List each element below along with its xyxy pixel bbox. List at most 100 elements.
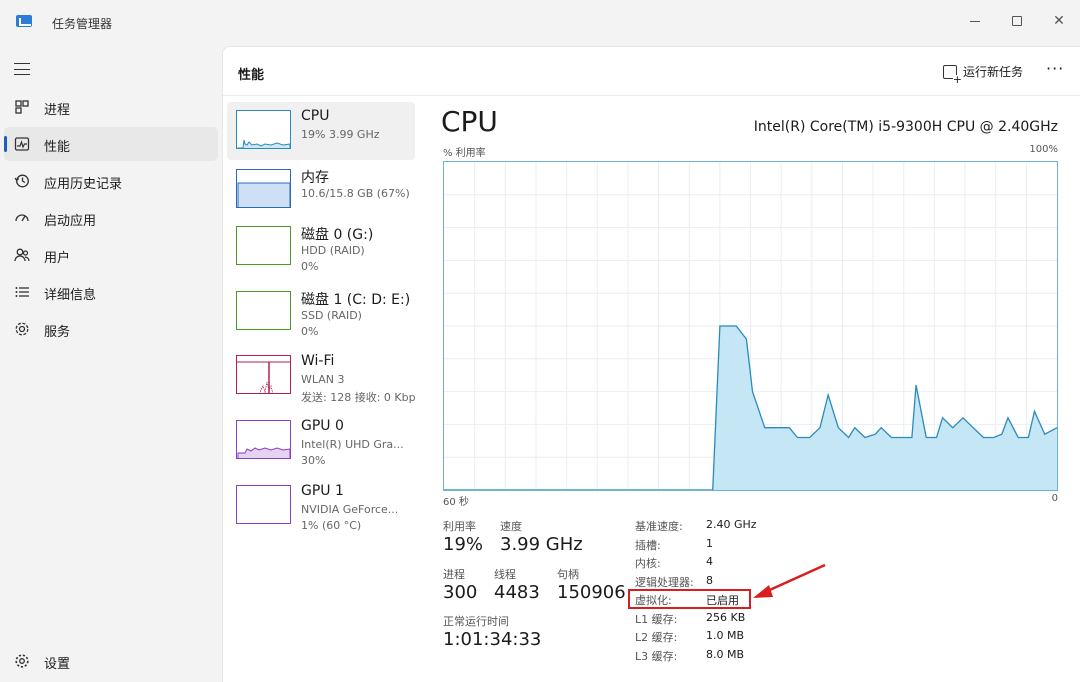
device-detail: 1% (60 °C) <box>301 519 362 532</box>
spec-label: 逻辑处理器: <box>635 575 694 589</box>
spec-value: 1.0 MB <box>706 629 745 642</box>
device-thumbnail-graph <box>236 485 291 524</box>
annotation-arrow-icon <box>753 563 826 598</box>
performance-panel: 性能 运行新任务 ··· CPU 19% 3.99 GHz 内存10.6/15.8 … <box>222 46 1080 682</box>
device-subtitle: 10.6/15.8 GB (67%) <box>301 187 410 200</box>
threads-value: 4483 <box>494 582 540 603</box>
nav-label: 用户 <box>44 251 71 266</box>
handles-value: 150906 <box>557 582 626 603</box>
nav-item-services[interactable]: 服务 <box>4 312 218 346</box>
speed-value: 3.99 GHz <box>500 534 583 555</box>
cpu-model-name: Intel(R) Core(TM) i5-9300H CPU @ 2.40GHz <box>753 119 1058 135</box>
close-button[interactable]: ✕ <box>1036 6 1080 36</box>
processes-label: 进程 <box>443 568 465 581</box>
spec-label: L2 缓存: <box>635 631 678 644</box>
device-name: 磁盘 0 (G:) <box>301 227 374 243</box>
gear-icon <box>15 654 29 668</box>
title-bar: 任务管理器 ✕ <box>0 0 1080 46</box>
device-item[interactable]: 内存 10.6/15.8 GB (67%) <box>227 161 415 219</box>
details-icon <box>15 287 29 297</box>
device-subtitle: NVIDIA GeForce... <box>301 503 399 516</box>
x-axis-right-label: 0 <box>1051 493 1058 504</box>
close-icon: ✕ <box>1053 13 1065 29</box>
cpu-utilization-graph <box>443 161 1058 491</box>
nav-item-app-history[interactable]: 应用历史记录 <box>4 164 218 198</box>
users-icon <box>14 248 30 262</box>
app-title: 任务管理器 <box>52 17 113 31</box>
virtualization-highlight-box <box>628 589 751 609</box>
cpu-title: CPU <box>441 105 498 138</box>
nav-item-startup-apps[interactable]: 启动应用 <box>4 201 218 235</box>
device-thumbnail-graph <box>236 291 291 330</box>
device-thumbnail-graph <box>236 169 291 208</box>
device-detail: 0% <box>301 260 319 273</box>
nav-item-details[interactable]: 详细信息 <box>4 275 218 309</box>
utilization-value: 19% <box>443 534 484 555</box>
history-icon <box>14 174 29 188</box>
nav-item-processes[interactable]: 进程 <box>4 90 218 124</box>
device-detail: 0% <box>301 325 319 338</box>
device-subtitle: HDD (RAID) <box>301 244 365 257</box>
speed-label: 速度 <box>500 520 522 533</box>
device-item[interactable]: Wi-Fi WLAN 3 发送: 128 接收: 0 Kbp <box>227 347 416 405</box>
spec-value: 4 <box>706 555 713 568</box>
maximize-button[interactable] <box>994 6 1040 36</box>
spec-value: 8 <box>706 573 713 587</box>
device-thumbnail-graph <box>236 420 291 459</box>
uptime-label: 正常运行时间 <box>443 615 509 628</box>
device-item[interactable]: GPU 0 Intel(R) UHD Gra... 30% <box>227 412 415 470</box>
device-item[interactable]: 磁盘 1 (C: D: E:) SSD (RAID) 0% <box>227 283 415 341</box>
header-divider <box>223 95 1080 96</box>
device-subtitle: SSD (RAID) <box>301 309 362 322</box>
processes-value: 300 <box>443 582 478 603</box>
task-manager-app-icon <box>16 15 32 27</box>
minimize-button[interactable] <box>952 6 998 36</box>
minimize-icon <box>970 20 980 22</box>
device-name: GPU 0 <box>301 418 344 434</box>
y-axis-label: % 利用率 <box>443 148 486 159</box>
spec-value: 1 <box>706 536 713 550</box>
spec-label: L3 缓存: <box>635 649 678 663</box>
run-new-task-button[interactable]: 运行新任务 <box>943 63 1024 85</box>
x-axis-left-label: 60 秒 <box>443 497 469 508</box>
device-subtitle: WLAN 3 <box>301 373 345 386</box>
nav-item-settings[interactable]: 设置 <box>4 644 218 678</box>
startup-icon <box>15 214 29 222</box>
device-name: 内存 <box>301 170 329 186</box>
sidebar-nav: 进程 性能 应用历史记录 启动应用 用户 详细信息 服务 设置 <box>0 46 222 682</box>
device-subtitle: 19% 3.99 GHz <box>301 128 380 141</box>
device-name: Wi-Fi <box>301 353 335 369</box>
nav-label: 设置 <box>44 657 71 672</box>
page-title: 性能 <box>238 68 265 83</box>
hamburger-menu-icon[interactable] <box>14 63 30 75</box>
spec-label: L1 缓存: <box>635 612 678 626</box>
handles-label: 句柄 <box>557 568 579 581</box>
device-name: CPU <box>301 108 330 124</box>
nav-label: 应用历史记录 <box>44 177 123 192</box>
nav-label: 性能 <box>44 140 71 155</box>
uptime-value: 1:01:34:33 <box>443 629 542 650</box>
spec-value: 2.40 GHz <box>706 518 757 531</box>
nav-label: 启动应用 <box>44 214 97 229</box>
device-detail: 30% <box>301 454 326 467</box>
nav-item-performance[interactable]: 性能 <box>4 127 218 161</box>
maximize-icon <box>1012 16 1022 26</box>
utilization-label: 利用率 <box>443 520 476 533</box>
device-name: GPU 1 <box>301 483 344 499</box>
y-axis-max-label: 100% <box>1029 144 1058 155</box>
services-icon <box>15 322 29 336</box>
processes-icon <box>15 100 29 114</box>
device-item[interactable]: 磁盘 0 (G:) HDD (RAID) 0% <box>227 218 415 276</box>
spec-label: 内核: <box>635 557 661 570</box>
device-thumbnail-graph <box>236 355 291 394</box>
nav-item-users[interactable]: 用户 <box>4 238 218 272</box>
device-item[interactable]: CPU 19% 3.99 GHz <box>227 102 415 160</box>
more-options-button[interactable]: ··· <box>1046 59 1064 78</box>
device-detail: 发送: 128 接收: 0 Kbp <box>301 391 416 404</box>
spec-value: 8.0 MB <box>706 647 745 661</box>
device-item[interactable]: GPU 1 NVIDIA GeForce... 1% (60 °C) <box>227 477 415 535</box>
run-new-task-label: 运行新任务 <box>963 65 1024 79</box>
device-subtitle: Intel(R) UHD Gra... <box>301 438 404 451</box>
spec-label: 插槽: <box>635 538 661 552</box>
spec-label: 基准速度: <box>635 520 683 533</box>
